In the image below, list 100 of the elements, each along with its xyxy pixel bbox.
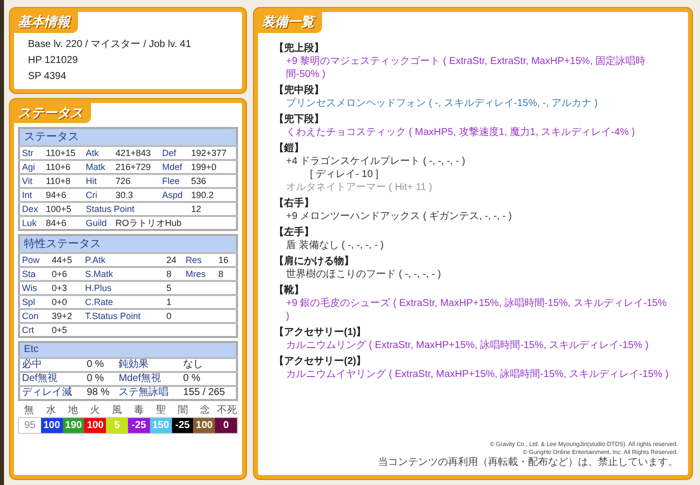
stat-value: 536: [189, 174, 237, 188]
stat-label: Sta: [19, 267, 50, 281]
stat-label: Pow: [19, 253, 50, 267]
stat-label: Spl: [19, 295, 50, 309]
item-name: 盾 装備なし ( -, -, -, - ): [285, 238, 385, 252]
stat-value: 0 %: [84, 358, 117, 372]
item-name: +4 ドラゴンスケイルプレート ( -, -, -, - ): [285, 154, 466, 168]
info-line: SP 4394: [28, 70, 68, 84]
slot-label: 【アクセサリー(2)】: [274, 354, 368, 368]
stat-label: Mdef: [160, 160, 190, 174]
section-header: ステータス: [19, 128, 237, 146]
slot-label: 【兜上段】: [274, 42, 325, 54]
slot-label: 【アクセサリー(1)】: [274, 326, 368, 338]
element-label: 水: [45, 405, 57, 417]
stat-value: 12: [189, 202, 237, 216]
stat-label: Dex: [19, 202, 44, 216]
stat-value: 110+6: [44, 160, 84, 174]
element-value: -25: [172, 418, 194, 433]
stat-value: 0: [164, 309, 237, 323]
slot-label: 【兜下段】: [274, 112, 325, 126]
slot-label: 【右手】: [274, 196, 315, 210]
slot-label: 【左手】: [274, 226, 315, 238]
element-label: 火: [89, 405, 101, 417]
stat-value: 98 %: [84, 386, 117, 400]
stat-label: 鈍効果: [116, 358, 182, 372]
slot-label: 【肩にかける物】: [274, 254, 355, 268]
stat-value: 0 %: [181, 372, 237, 386]
stat-value: 421+843: [113, 146, 160, 160]
item-name: +9 黎明のマジェスティックゴート ( ExtraStr, ExtraStr, MaxHP+15%, 固定詠唱時間-50% ): [285, 54, 647, 80]
element-value: 100: [84, 418, 106, 433]
element-value: 190: [62, 418, 84, 433]
info-line: Base lv. 220 / マイスター / Job lv. 41: [28, 38, 192, 52]
stat-label: P.Atk: [83, 253, 164, 267]
stat-value: 155 / 265: [181, 386, 237, 400]
item-name: プリンセスメロンヘッドフォン ( -, スキルディレイ-15%, -, アルカナ ): [285, 96, 599, 110]
panel-title: 装備一覧: [258, 12, 322, 32]
item-name: カルニウムイヤリング ( ExtraStr, MaxHP+15%, 詠唱時間-15%, スキルディレイ-15% ): [285, 368, 670, 380]
stat-value: 39+2: [50, 309, 83, 323]
stat-label: H.Plus: [83, 281, 164, 295]
stat-value: 16: [216, 253, 237, 267]
stat-label: Mdef無視: [116, 372, 182, 386]
stat-label: Def: [160, 146, 190, 160]
stat-value: 100+5: [44, 202, 84, 216]
stat-label: Con: [19, 309, 50, 323]
slot-label: 【鎧】: [274, 142, 305, 154]
element-label: 闇: [177, 405, 189, 417]
stat-value: 190.2: [189, 188, 237, 202]
stat-label: S.Matk: [83, 267, 164, 281]
stat-label: Res: [184, 253, 216, 267]
stat-label: Aspd: [160, 188, 190, 202]
stat-label: Str: [19, 146, 44, 160]
element-value: 0: [215, 418, 237, 433]
element-label: 不死: [216, 405, 238, 417]
element-label: 風: [111, 405, 123, 417]
stat-label: T.Status Point: [83, 309, 164, 323]
stat-value: 0+3: [50, 281, 83, 295]
stat-value: 1: [164, 295, 237, 309]
element-label: 無: [23, 405, 35, 417]
stat-value: 0+5: [50, 323, 237, 337]
stat-value: なし: [181, 358, 237, 372]
stat-label: C.Rate: [83, 295, 164, 309]
item-name: オルタネイトアーマー ( Hit+ 11 ): [285, 180, 434, 194]
stat-label: Status Point: [84, 202, 190, 216]
stat-value: 216+729: [113, 160, 160, 174]
item-name: くわえたチョコスティック ( MaxHP5, 攻撃速度1, 魔力1, スキルディレイ-4% ): [285, 126, 636, 138]
stat-value: 192+377: [189, 146, 237, 160]
slot-label: 【靴】: [274, 284, 305, 296]
stat-value: 726: [113, 174, 160, 188]
stat-value: 110+8: [44, 174, 84, 188]
copyright-text: 当コンテンツの再利用（再転載・配布など）は、禁止しています。: [377, 457, 678, 469]
item-name: カルニウムリング ( ExtraStr, MaxHP+15%, 詠唱時間-15%, スキルディレイ-15% ): [285, 338, 650, 352]
item-name: 世界樹のほこりのフード ( -, -, -, - ): [285, 268, 442, 280]
stat-value: 0+0: [50, 295, 83, 309]
element-value: 150: [150, 418, 172, 433]
info-line: HP 121029: [28, 54, 79, 68]
element-value: 5: [106, 418, 128, 433]
stat-label: Atk: [84, 146, 114, 160]
element-value: 100: [40, 418, 63, 433]
stat-label: Flee: [160, 174, 190, 188]
stat-value: 0 %: [84, 372, 117, 386]
stat-label: 必中: [19, 358, 85, 372]
panel-title: ステータス: [14, 102, 91, 123]
stat-value: 30.3: [113, 188, 160, 202]
stat-value: ROラトリオHub: [113, 216, 237, 230]
stat-label: Mres: [184, 267, 216, 281]
element-label: 聖: [155, 405, 167, 417]
stat-label: Int: [19, 188, 44, 202]
stat-value: 0+6: [50, 267, 83, 281]
item-note: [ ディレイ- 10 ]: [309, 168, 380, 180]
slot-label: 【兜中段】: [274, 84, 325, 96]
stat-value: 5: [164, 281, 237, 295]
stat-value: 8: [164, 267, 184, 281]
stat-value: 24: [164, 253, 184, 267]
stat-label: Matk: [84, 160, 114, 174]
panel-title: 基本情報: [14, 12, 78, 32]
stat-value: 84+6: [44, 216, 84, 230]
item-name: +9 銀の毛皮のシューズ ( ExtraStr, MaxHP+15%, 詠唱時間-15%, スキルディレイ-15% ): [285, 296, 668, 322]
item-name: +9 メロンツーハンドアックス ( ギガンテス, -, -, - ): [285, 210, 513, 222]
stat-label: Agi: [19, 160, 44, 174]
section-header: Etc: [19, 342, 237, 358]
